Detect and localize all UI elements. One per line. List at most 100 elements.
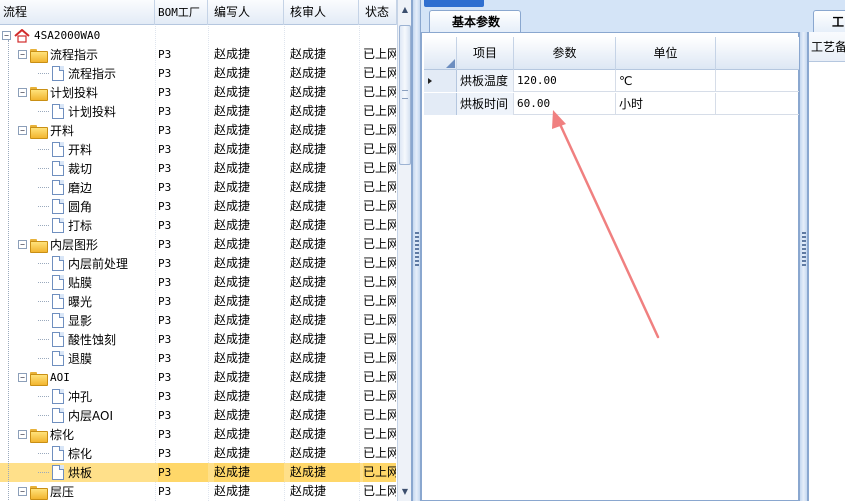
tree-step-row[interactable]: 烘板 P3 赵成捷 赵成捷 已上网 bbox=[0, 463, 396, 482]
tree-step-row[interactable]: 棕化 P3 赵成捷 赵成捷 已上网 bbox=[0, 444, 396, 463]
tree-node[interactable]: 退膜 bbox=[38, 349, 92, 368]
scrollbar-thumb[interactable] bbox=[399, 25, 411, 165]
scroll-up-arrow-icon[interactable]: ▲ bbox=[398, 2, 411, 17]
tree-step-row[interactable]: 流程指示 P3 赵成捷 赵成捷 已上网 bbox=[0, 64, 396, 83]
status-cell: 已上网 bbox=[363, 463, 396, 482]
tree-connector bbox=[38, 282, 49, 283]
tree-root-row[interactable]: − 4SA2000WA0 bbox=[0, 26, 396, 45]
column-header-process[interactable]: 流程 bbox=[0, 0, 155, 25]
row-selector[interactable] bbox=[424, 93, 457, 115]
tree-step-row[interactable]: 曝光 P3 赵成捷 赵成捷 已上网 bbox=[0, 292, 396, 311]
grid-row[interactable]: 烘板温度 120.00 ℃ bbox=[424, 70, 799, 92]
tree-group-row[interactable]: − 层压 P3 赵成捷 赵成捷 已上网 bbox=[0, 482, 396, 501]
tree-node[interactable]: 显影 bbox=[38, 311, 92, 330]
collapse-toggle[interactable]: − bbox=[18, 88, 27, 97]
tab-process-notes[interactable]: 工 bbox=[813, 10, 845, 33]
tree-vertical-scrollbar[interactable]: ▲ ▼ bbox=[397, 0, 411, 501]
tree-step-row[interactable]: 显影 P3 赵成捷 赵成捷 已上网 bbox=[0, 311, 396, 330]
param-unit-cell[interactable]: 小时 bbox=[616, 93, 716, 115]
collapse-toggle[interactable]: − bbox=[18, 430, 27, 439]
reviewer-cell: 赵成捷 bbox=[290, 332, 327, 346]
tree-step-row[interactable]: 圆角 P3 赵成捷 赵成捷 已上网 bbox=[0, 197, 396, 216]
collapse-toggle[interactable]: − bbox=[18, 240, 27, 249]
tree-step-row[interactable]: 裁切 P3 赵成捷 赵成捷 已上网 bbox=[0, 159, 396, 178]
tree-node[interactable]: 计划投料 bbox=[38, 102, 116, 121]
tree-node[interactable]: 酸性蚀刻 bbox=[38, 330, 116, 349]
tree-node[interactable]: 贴膜 bbox=[38, 273, 92, 292]
tree-node[interactable]: 磨边 bbox=[38, 178, 92, 197]
tree-group-row[interactable]: − 内层图形 P3 赵成捷 赵成捷 已上网 bbox=[0, 235, 396, 254]
tree-step-row[interactable]: 计划投料 P3 赵成捷 赵成捷 已上网 bbox=[0, 102, 396, 121]
tree-node[interactable]: 内层前处理 bbox=[38, 254, 129, 273]
column-header-item[interactable]: 项目 bbox=[457, 37, 514, 70]
tree-node[interactable]: − 流程指示 bbox=[18, 45, 98, 64]
grid-corner[interactable] bbox=[424, 37, 457, 70]
tree-group-row[interactable]: − AOI P3 赵成捷 赵成捷 已上网 bbox=[0, 368, 396, 387]
tree-node[interactable]: 烘板 bbox=[38, 463, 92, 482]
current-row-pointer-icon bbox=[428, 78, 432, 84]
tree-node[interactable]: 冲孔 bbox=[38, 387, 92, 406]
column-header-reviewer[interactable]: 核审人 bbox=[284, 0, 359, 25]
scroll-down-arrow-icon[interactable]: ▼ bbox=[398, 484, 411, 499]
tree-step-row[interactable]: 冲孔 P3 赵成捷 赵成捷 已上网 bbox=[0, 387, 396, 406]
panel-splitter[interactable] bbox=[412, 0, 421, 501]
column-header-bom-factory[interactable]: BOM工厂 bbox=[155, 0, 208, 25]
tree-step-row[interactable]: 磨边 P3 赵成捷 赵成捷 已上网 bbox=[0, 178, 396, 197]
tree-node[interactable]: 内层AOI bbox=[38, 406, 113, 425]
column-header-value[interactable]: 参数 bbox=[514, 37, 616, 70]
param-value-cell[interactable]: 60.00 bbox=[514, 93, 616, 115]
tree-node[interactable]: − 棕化 bbox=[18, 425, 74, 444]
tree-node[interactable]: 打标 bbox=[38, 216, 92, 235]
tree-group-row[interactable]: − 开料 P3 赵成捷 赵成捷 已上网 bbox=[0, 121, 396, 140]
row-selector[interactable] bbox=[424, 70, 457, 92]
tree-group-row[interactable]: − 棕化 P3 赵成捷 赵成捷 已上网 bbox=[0, 425, 396, 444]
tree-connector bbox=[8, 40, 9, 501]
param-unit-cell[interactable]: ℃ bbox=[616, 70, 716, 92]
bom-factory-cell: P3 bbox=[158, 352, 172, 365]
tree-node[interactable]: − 内层图形 bbox=[18, 235, 98, 254]
collapse-toggle[interactable]: − bbox=[18, 126, 27, 135]
column-header-author[interactable]: 编写人 bbox=[208, 0, 284, 25]
tree-step-row[interactable]: 贴膜 P3 赵成捷 赵成捷 已上网 bbox=[0, 273, 396, 292]
tree-group-row[interactable]: − 流程指示 P3 赵成捷 赵成捷 已上网 bbox=[0, 45, 396, 64]
tree-node[interactable]: − 开料 bbox=[18, 121, 74, 140]
tree-node-label: AOI bbox=[50, 371, 70, 384]
param-value-cell[interactable]: 120.00 bbox=[514, 70, 616, 92]
bom-factory-cell: P3 bbox=[158, 238, 172, 251]
column-header-unit[interactable]: 单位 bbox=[616, 37, 716, 70]
bom-factory-cell: P3 bbox=[158, 390, 172, 403]
tree-node[interactable]: − 层压 bbox=[18, 482, 74, 501]
tree-step-row[interactable]: 内层AOI P3 赵成捷 赵成捷 已上网 bbox=[0, 406, 396, 425]
tree-root-node[interactable]: − 4SA2000WA0 bbox=[2, 26, 100, 45]
reviewer-cell: 赵成捷 bbox=[290, 275, 327, 289]
tree-step-row[interactable]: 打标 P3 赵成捷 赵成捷 已上网 bbox=[0, 216, 396, 235]
tree-node[interactable]: 曝光 bbox=[38, 292, 92, 311]
tree-node-label: 内层前处理 bbox=[68, 257, 129, 271]
folder-icon bbox=[30, 238, 48, 253]
column-header-status[interactable]: 状态 bbox=[359, 0, 397, 25]
tree-header: 流程 BOM工厂 编写人 核审人 状态 bbox=[0, 0, 397, 25]
status-cell: 已上网 bbox=[363, 313, 396, 327]
reviewer-cell: 赵成捷 bbox=[290, 484, 327, 498]
collapse-toggle[interactable]: − bbox=[18, 50, 27, 59]
tree-step-row[interactable]: 内层前处理 P3 赵成捷 赵成捷 已上网 bbox=[0, 254, 396, 273]
collapse-toggle[interactable]: − bbox=[18, 373, 27, 382]
tree-node[interactable]: 圆角 bbox=[38, 197, 92, 216]
tree-node[interactable]: 开料 bbox=[38, 140, 92, 159]
tree-group-row[interactable]: − 计划投料 P3 赵成捷 赵成捷 已上网 bbox=[0, 83, 396, 102]
right-panel-splitter[interactable] bbox=[799, 32, 808, 501]
tree-step-row[interactable]: 酸性蚀刻 P3 赵成捷 赵成捷 已上网 bbox=[0, 330, 396, 349]
collapse-toggle[interactable]: − bbox=[2, 31, 11, 40]
grid-row[interactable]: 烘板时间 60.00 小时 bbox=[424, 93, 799, 115]
status-cell: 已上网 bbox=[363, 142, 396, 156]
tree-node[interactable]: − 计划投料 bbox=[18, 83, 98, 102]
tree-node[interactable]: − AOI bbox=[18, 368, 70, 387]
author-cell: 赵成捷 bbox=[214, 313, 251, 327]
tree-node[interactable]: 流程指示 bbox=[38, 64, 116, 83]
tree-step-row[interactable]: 退膜 P3 赵成捷 赵成捷 已上网 bbox=[0, 349, 396, 368]
tree-node[interactable]: 裁切 bbox=[38, 159, 92, 178]
tab-basic-parameters[interactable]: 基本参数 bbox=[429, 10, 521, 33]
tree-step-row[interactable]: 开料 P3 赵成捷 赵成捷 已上网 bbox=[0, 140, 396, 159]
tree-node[interactable]: 棕化 bbox=[38, 444, 92, 463]
collapse-toggle[interactable]: − bbox=[18, 487, 27, 496]
